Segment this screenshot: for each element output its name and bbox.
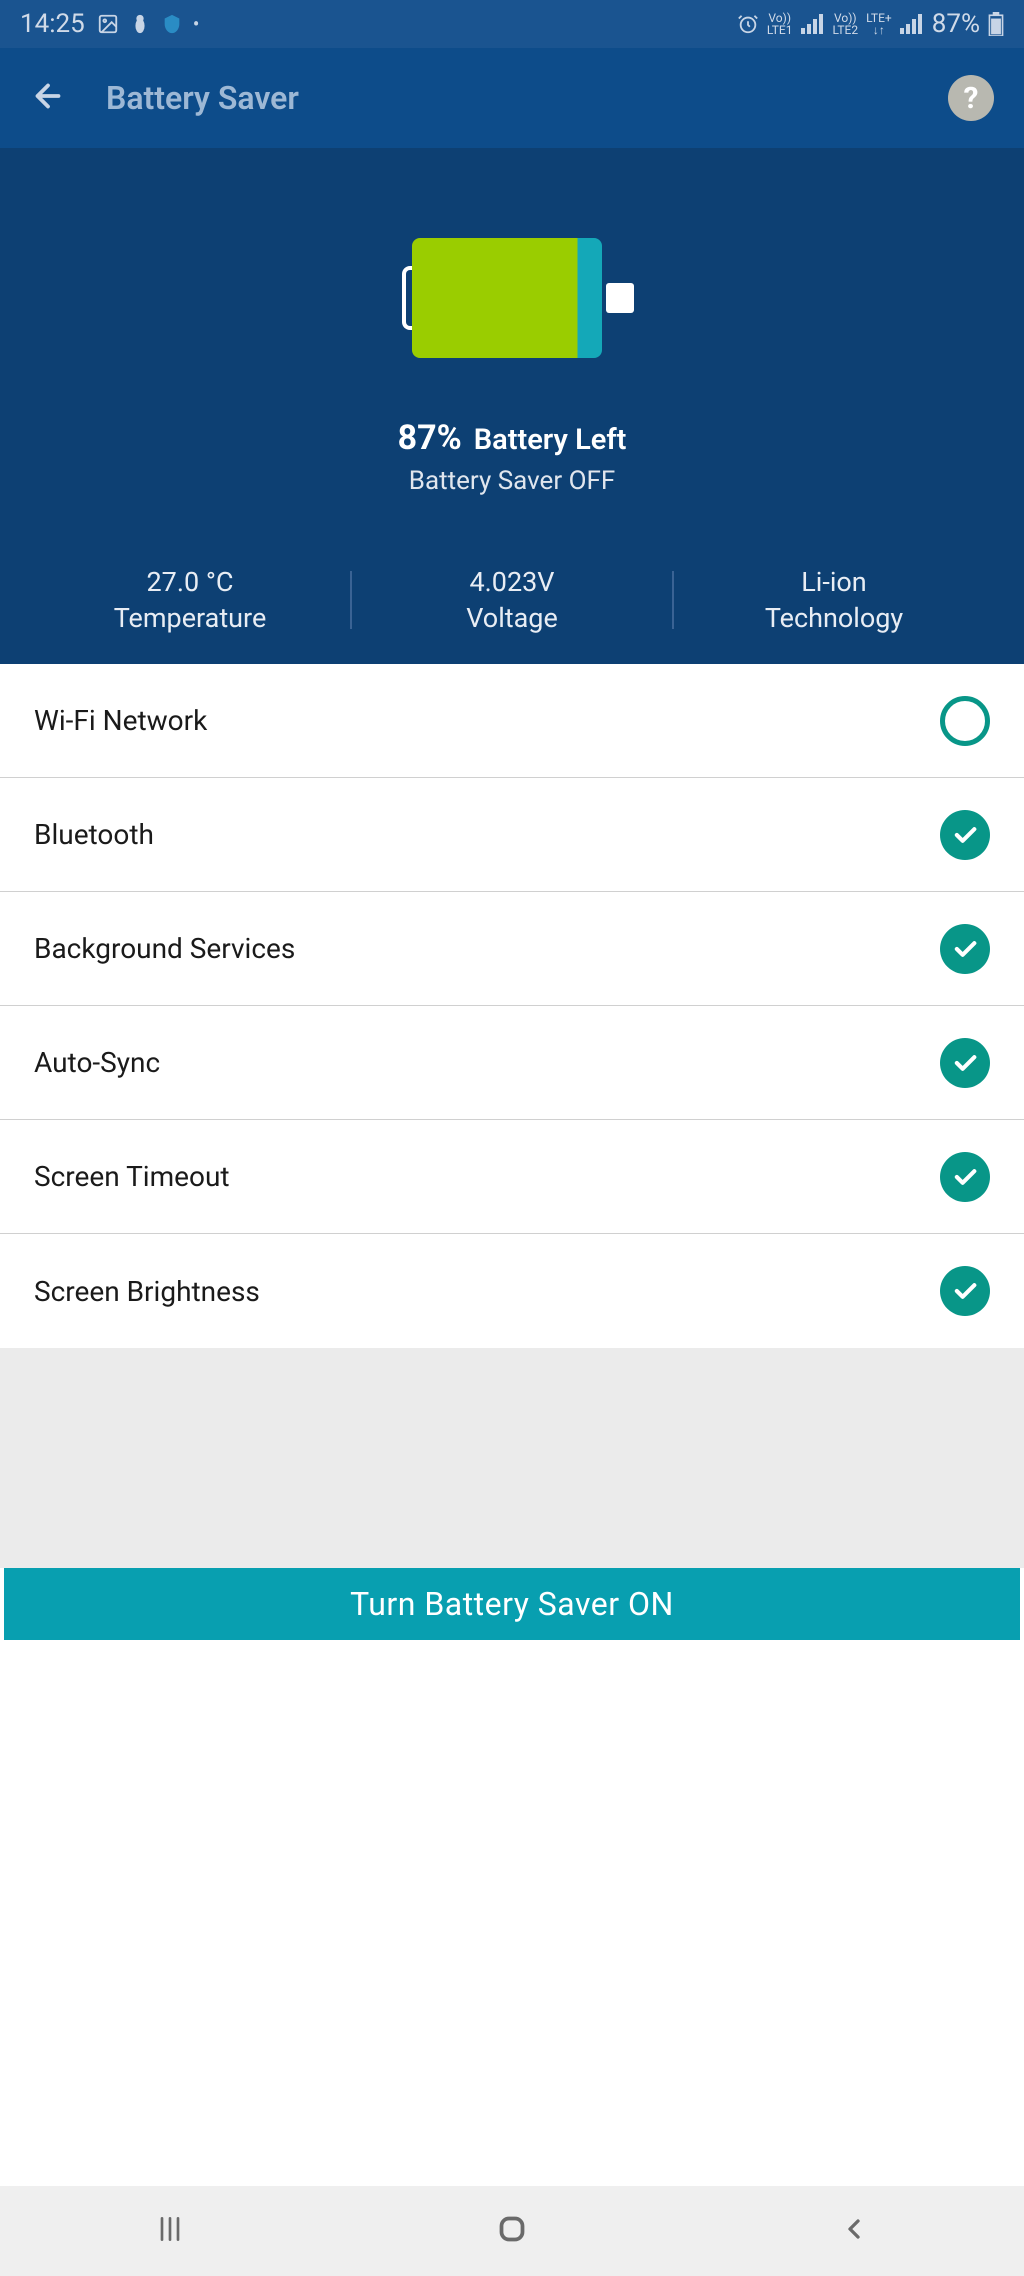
check-icon	[951, 1277, 979, 1305]
hero-section: 87% Battery Left Battery Saver OFF 27.0 …	[0, 148, 1024, 664]
status-icons: •	[97, 12, 200, 36]
lte-indicator: LTE+ ↓↑	[866, 12, 892, 36]
app-title: Battery Saver	[106, 79, 908, 117]
battery-graphic	[402, 238, 622, 358]
arrows-icon: ↓↑	[873, 24, 885, 36]
battery-notch-icon	[402, 266, 412, 330]
toggle-autosync-on[interactable]	[940, 1038, 990, 1088]
stat-temp-value: 27.0 °C	[30, 566, 350, 598]
stat-tech-value: Li-ion	[674, 566, 994, 598]
toggle-brightness-on[interactable]	[940, 1266, 990, 1316]
signal2-icon	[900, 14, 924, 34]
check-icon	[951, 1049, 979, 1077]
cta-label: Turn Battery Saver ON	[350, 1585, 674, 1623]
status-battery-percent: 87%	[932, 9, 980, 39]
stat-temp-label: Temperature	[30, 602, 350, 634]
battery-status-icon	[988, 12, 1004, 36]
signal-icon	[801, 14, 825, 34]
settings-list: Wi-Fi Network Bluetooth Background Servi…	[0, 664, 1024, 1348]
saver-status-text: Battery Saver OFF	[0, 466, 1024, 496]
penguin-icon	[129, 13, 151, 35]
sim2-indicator: Vo)) LTE2	[833, 12, 859, 36]
status-left: 14:25 •	[20, 9, 200, 39]
toggle-timeout-on[interactable]	[940, 1152, 990, 1202]
back-nav-button[interactable]	[838, 2213, 870, 2249]
item-label-bluetooth: Bluetooth	[34, 818, 154, 851]
list-item-brightness[interactable]: Screen Brightness	[0, 1234, 1024, 1348]
toggle-wifi-off[interactable]	[940, 696, 990, 746]
system-nav-bar	[0, 2186, 1024, 2276]
recent-icon	[154, 2213, 186, 2245]
image-icon	[97, 13, 119, 35]
item-label-brightness: Screen Brightness	[34, 1275, 260, 1308]
check-icon	[951, 1163, 979, 1191]
status-right: Vo)) LTE1 Vo)) LTE2 LTE+ ↓↑ 87%	[737, 9, 1004, 39]
help-button[interactable]: ?	[948, 75, 994, 121]
check-icon	[951, 821, 979, 849]
spacer-white	[0, 1640, 1024, 2120]
home-icon	[494, 2211, 530, 2247]
battery-percent-value: 87%	[398, 418, 462, 458]
item-label-autosync: Auto-Sync	[34, 1046, 160, 1079]
chevron-left-icon	[838, 2213, 870, 2245]
turn-saver-on-button[interactable]: Turn Battery Saver ON	[4, 1568, 1020, 1640]
stat-tech-label: Technology	[674, 602, 994, 634]
stats-row: 27.0 °C Temperature 4.023V Voltage Li-io…	[0, 546, 1024, 634]
item-label-timeout: Screen Timeout	[34, 1160, 230, 1193]
spacer-gray	[0, 1348, 1024, 1568]
stat-technology: Li-ion Technology	[674, 566, 994, 634]
stat-voltage: 4.023V Voltage	[352, 566, 672, 634]
list-item-bluetooth[interactable]: Bluetooth	[0, 778, 1024, 892]
help-icon: ?	[964, 81, 979, 116]
recent-apps-button[interactable]	[154, 2213, 186, 2249]
toggle-bgservices-on[interactable]	[940, 924, 990, 974]
shield-icon	[161, 13, 183, 35]
sim1-indicator: Vo)) LTE1	[767, 12, 793, 36]
app-bar: Battery Saver ?	[0, 48, 1024, 148]
home-button[interactable]	[494, 2211, 530, 2251]
status-bar: 14:25 • Vo)) LTE1 Vo)) LTE2 LTE+ ↓↑ 87%	[0, 0, 1024, 48]
list-item-timeout[interactable]: Screen Timeout	[0, 1120, 1024, 1234]
stat-volt-value: 4.023V	[352, 566, 672, 598]
list-item-bgservices[interactable]: Background Services	[0, 892, 1024, 1006]
status-time: 14:25	[20, 9, 85, 39]
list-item-wifi[interactable]: Wi-Fi Network	[0, 664, 1024, 778]
stat-temperature: 27.0 °C Temperature	[30, 566, 350, 634]
check-icon	[951, 935, 979, 963]
arrow-left-icon	[30, 78, 66, 114]
battery-tip-icon	[606, 283, 634, 313]
battery-text: 87% Battery Left	[0, 418, 1024, 458]
battery-left-label: Battery Left	[474, 423, 627, 457]
item-label-bgservices: Background Services	[34, 932, 295, 965]
toggle-bluetooth-on[interactable]	[940, 810, 990, 860]
stat-volt-label: Voltage	[352, 602, 672, 634]
back-button[interactable]	[30, 78, 66, 118]
dot-icon: •	[193, 12, 200, 36]
item-label-wifi: Wi-Fi Network	[34, 704, 207, 737]
list-item-autosync[interactable]: Auto-Sync	[0, 1006, 1024, 1120]
alarm-icon	[737, 13, 759, 35]
battery-body-icon	[412, 238, 602, 358]
